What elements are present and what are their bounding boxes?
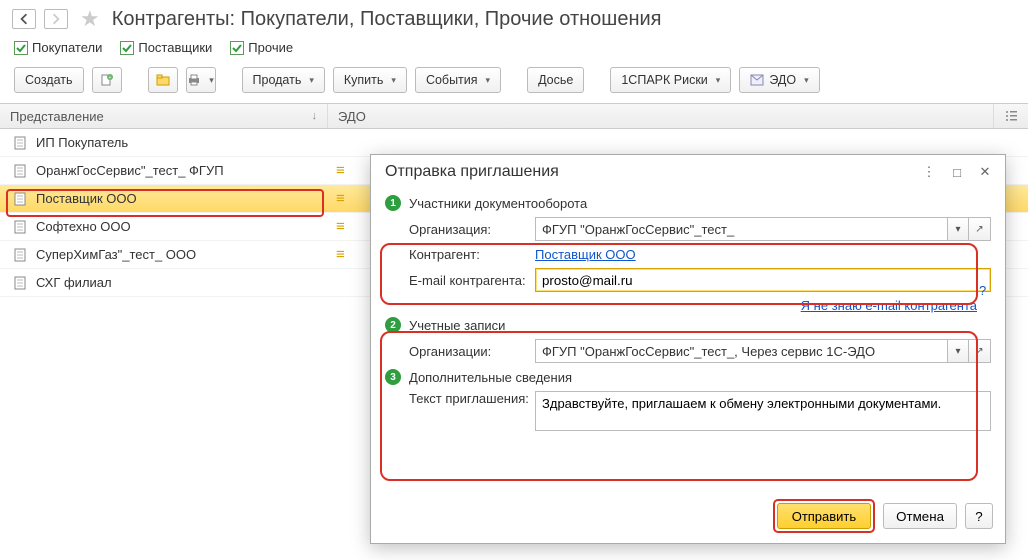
step-number-icon: 3 (385, 369, 401, 385)
account-org-row: Организации: ФГУП "ОранжГосСервис"_тест_… (409, 339, 991, 363)
dossier-button[interactable]: Досье (527, 67, 584, 93)
account-org-input[interactable]: ФГУП "ОранжГосСервис"_тест_, Через серви… (535, 339, 947, 363)
org-row: Организация: ФГУП "ОранжГосСервис"_тест_… (409, 217, 991, 241)
org-input[interactable]: ФГУП "ОранжГосСервис"_тест_ (535, 217, 947, 241)
open-icon[interactable]: ↗ (969, 339, 991, 363)
filter-buyers[interactable]: Покупатели (14, 40, 102, 55)
step-number-icon: 2 (385, 317, 401, 333)
dialog-body: 1 Участники документооборота Организация… (371, 187, 1005, 491)
events-button[interactable]: События▾ (415, 67, 501, 93)
filter-suppliers[interactable]: Поставщики (120, 40, 212, 55)
step-3-header: 3 Дополнительные сведения (385, 369, 991, 385)
create-button[interactable]: Создать (14, 67, 84, 93)
edo-button[interactable]: ЭДО▾ (739, 67, 819, 93)
page-title: Контрагенты: Покупатели, Поставщики, Про… (112, 8, 662, 31)
filter-label: Покупатели (32, 40, 102, 55)
edo-mark: ≡ (336, 190, 345, 207)
forward-button[interactable] (44, 9, 68, 29)
back-button[interactable] (12, 9, 36, 29)
col-menu[interactable] (994, 104, 1028, 128)
dropdown-icon[interactable]: ▾ (947, 217, 969, 241)
row-name: СуперХимГаз"_тест_ ООО (36, 247, 196, 262)
send-button[interactable]: Отправить (777, 503, 871, 529)
account-org-label: Организации: (409, 344, 529, 359)
contractor-row: Контрагент: Поставщик ООО (409, 247, 991, 262)
edo-mark: ≡ (336, 246, 345, 263)
invite-text-label: Текст приглашения: (409, 391, 529, 406)
filter-row: Покупатели Поставщики Прочие (0, 36, 1028, 63)
contractor-link[interactable]: Поставщик ООО (535, 247, 636, 262)
row-name: Поставщик ООО (36, 191, 137, 206)
svg-text:+: + (108, 75, 111, 81)
invite-text-input[interactable] (535, 391, 991, 431)
checkbox-icon (14, 41, 28, 55)
sell-button[interactable]: Продать▾ (242, 67, 325, 93)
step-1-header: 1 Участники документооборота (385, 195, 991, 211)
print-button[interactable]: ▾ (186, 67, 216, 93)
col-edo[interactable]: ЭДО (328, 104, 994, 128)
dialog-title: Отправка приглашения (385, 163, 911, 181)
send-highlight: Отправить (773, 499, 875, 533)
dialog-footer: Отправить Отмена ? (371, 491, 1005, 543)
row-name: ОранжГосСервис"_тест_ ФГУП (36, 163, 224, 178)
table-row[interactable]: ИП Покупатель (0, 129, 1028, 157)
filter-label: Поставщики (138, 40, 212, 55)
step-title: Дополнительные сведения (409, 370, 572, 385)
filter-other[interactable]: Прочие (230, 40, 293, 55)
table-header: Представление ↓ ЭДО (0, 103, 1028, 129)
edo-mark: ≡ (336, 218, 345, 235)
close-icon[interactable]: ✕ (975, 163, 995, 181)
buy-button[interactable]: Купить▾ (333, 67, 407, 93)
email-label: E-mail контрагента: (409, 273, 529, 288)
cancel-button[interactable]: Отмена (883, 503, 957, 529)
row-icon (14, 276, 28, 290)
email-row: E-mail контрагента: (409, 268, 991, 292)
help-icon[interactable]: ? (979, 283, 986, 298)
col-representation[interactable]: Представление ↓ (0, 104, 328, 128)
copy-button[interactable]: + (92, 67, 122, 93)
folder-button[interactable] (148, 67, 178, 93)
row-icon (14, 192, 28, 206)
step-title: Участники документооборота (409, 196, 587, 211)
sort-icon: ↓ (312, 110, 318, 122)
maximize-icon[interactable]: □ (947, 163, 967, 181)
help-button[interactable]: ? (965, 503, 993, 529)
row-icon (14, 220, 28, 234)
open-icon[interactable]: ↗ (969, 217, 991, 241)
step-2-header: 2 Учетные записи (385, 317, 991, 333)
edo-mark: ≡ (336, 162, 345, 179)
toolbar: Создать + ▾ Продать▾ Купить▾ События▾ До… (0, 63, 1028, 103)
dropdown-icon[interactable]: ▾ (947, 339, 969, 363)
invite-text-row: Текст приглашения: (409, 391, 991, 431)
step-title: Учетные записи (409, 318, 505, 333)
checkbox-icon (230, 41, 244, 55)
row-icon (14, 248, 28, 262)
dialog-titlebar: Отправка приглашения ⋮ □ ✕ (371, 155, 1005, 187)
favorite-star-icon[interactable]: ★ (80, 6, 100, 32)
spark-button[interactable]: 1СПАРК Риски▾ (610, 67, 731, 93)
more-icon[interactable]: ⋮ (919, 163, 939, 181)
org-label: Организация: (409, 222, 529, 237)
checkbox-icon (120, 41, 134, 55)
invite-dialog: Отправка приглашения ⋮ □ ✕ 1 Участники д… (370, 154, 1006, 544)
row-icon (14, 164, 28, 178)
row-name: Софтехно ООО (36, 219, 131, 234)
filter-label: Прочие (248, 40, 293, 55)
email-input[interactable] (535, 268, 991, 292)
row-icon (14, 136, 28, 150)
row-name: СХГ филиал (36, 275, 112, 290)
row-name: ИП Покупатель (36, 135, 128, 150)
contractor-label: Контрагент: (409, 247, 529, 262)
page-header: ★ Контрагенты: Покупатели, Поставщики, П… (0, 0, 1028, 36)
step-number-icon: 1 (385, 195, 401, 211)
unknown-email-link[interactable]: Я не знаю e-mail контрагента (801, 298, 977, 313)
